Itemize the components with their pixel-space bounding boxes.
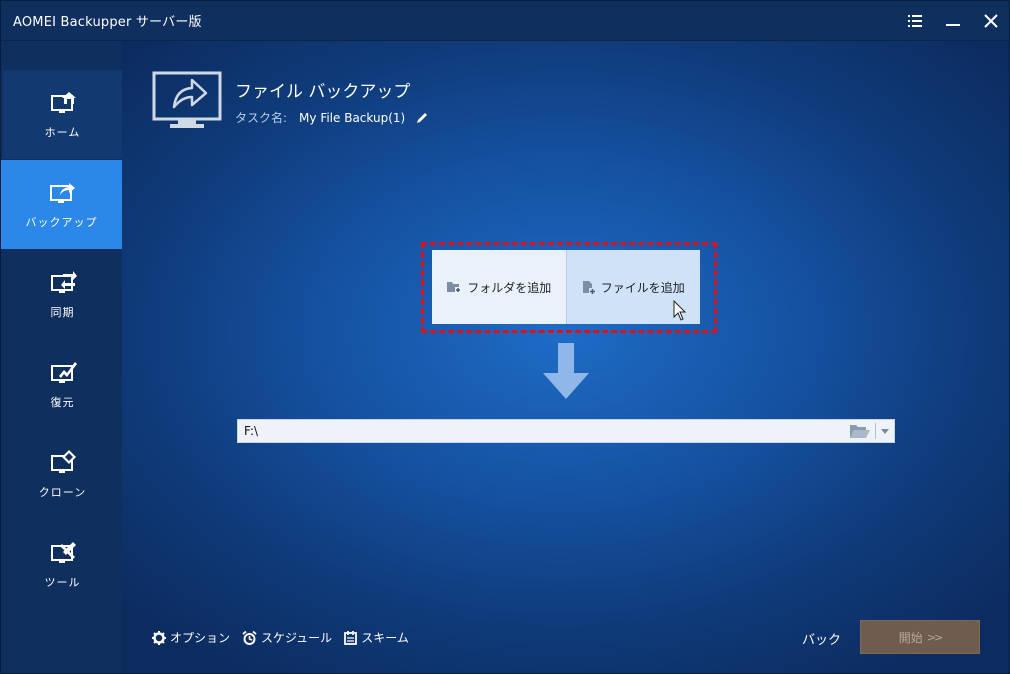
task-name-value[interactable]: My File Backup(1) (299, 111, 405, 125)
mouse-cursor-icon (673, 300, 687, 321)
app-window: AOMEI Backupper サーバー版 ホーム バックアップ 同期 復元 ク… (0, 0, 1010, 674)
sidebar-item-sync[interactable]: 同期 (3, 250, 122, 339)
home-icon (50, 91, 76, 113)
sidebar-item-label: ツール (44, 575, 81, 589)
calendar-icon (344, 630, 358, 645)
add-folder-label: フォルダを追加 (467, 280, 552, 295)
sidebar-item-label: 復元 (50, 395, 75, 409)
sidebar-item-label: クローン (38, 485, 87, 499)
sidebar-item-home[interactable]: ホーム (3, 70, 122, 159)
clone-icon (50, 449, 76, 473)
back-button[interactable]: バック (802, 629, 841, 648)
folder-open-icon[interactable] (845, 420, 875, 442)
destination-path-field[interactable]: F:\ (237, 419, 895, 443)
schedule-button[interactable]: スケジュール (242, 629, 332, 646)
schedule-label: スケジュール (261, 631, 333, 645)
add-file-label: ファイルを追加 (600, 280, 685, 295)
scheme-button[interactable]: スキーム (344, 629, 409, 646)
close-icon[interactable] (978, 9, 1004, 33)
page-title: ファイル バックアップ (235, 82, 411, 102)
task-name-row: タスク名: My File Backup(1) (235, 109, 429, 126)
backup-icon (49, 182, 75, 203)
start-label: 開始 (898, 630, 923, 645)
sidebar-item-backup[interactable]: バックアップ (1, 160, 122, 249)
restore-icon (50, 361, 77, 383)
sidebar-item-label: ホーム (44, 125, 81, 139)
arrow-down-icon (543, 343, 589, 399)
window-title: AOMEI Backupper サーバー版 (13, 15, 202, 30)
sidebar-item-clone[interactable]: クローン (3, 430, 122, 519)
options-label: オプション (170, 631, 231, 645)
file-backup-header-icon (152, 71, 222, 128)
options-button[interactable]: オプション (152, 629, 230, 646)
main-panel: ファイル バックアップ タスク名: My File Backup(1) フォルダ… (122, 41, 1009, 673)
menu-list-icon[interactable] (902, 9, 928, 33)
scheme-label: スキーム (361, 631, 409, 645)
add-folder-button[interactable]: フォルダを追加 (432, 250, 566, 324)
footer-links: オプション スケジュール スキーム (152, 629, 409, 646)
pencil-icon[interactable] (415, 111, 429, 125)
sidebar-item-label: バックアップ (25, 215, 98, 229)
start-button[interactable]: 開始 >> (860, 620, 980, 654)
minimize-icon[interactable] (940, 9, 966, 33)
gear-icon (152, 630, 166, 645)
sidebar-item-restore[interactable]: 復元 (3, 340, 122, 429)
task-name-label: タスク名: (235, 111, 288, 125)
source-selection-panel: フォルダを追加 ファイルを追加 (432, 250, 700, 324)
title-bar: AOMEI Backupper サーバー版 (1, 1, 1009, 41)
destination-path-value[interactable]: F:\ (238, 424, 845, 438)
sidebar-item-label: 同期 (50, 305, 75, 319)
sidebar-item-tools[interactable]: ツール (3, 520, 122, 609)
sidebar: ホーム バックアップ 同期 復元 クローン ツール (1, 41, 122, 673)
alarm-clock-icon (242, 630, 257, 645)
sync-icon (50, 270, 77, 293)
folder-add-icon (447, 282, 462, 293)
file-add-icon (582, 280, 596, 295)
tools-icon (50, 541, 76, 563)
start-chevrons: >> (926, 630, 944, 644)
chevron-down-icon[interactable] (876, 420, 894, 442)
